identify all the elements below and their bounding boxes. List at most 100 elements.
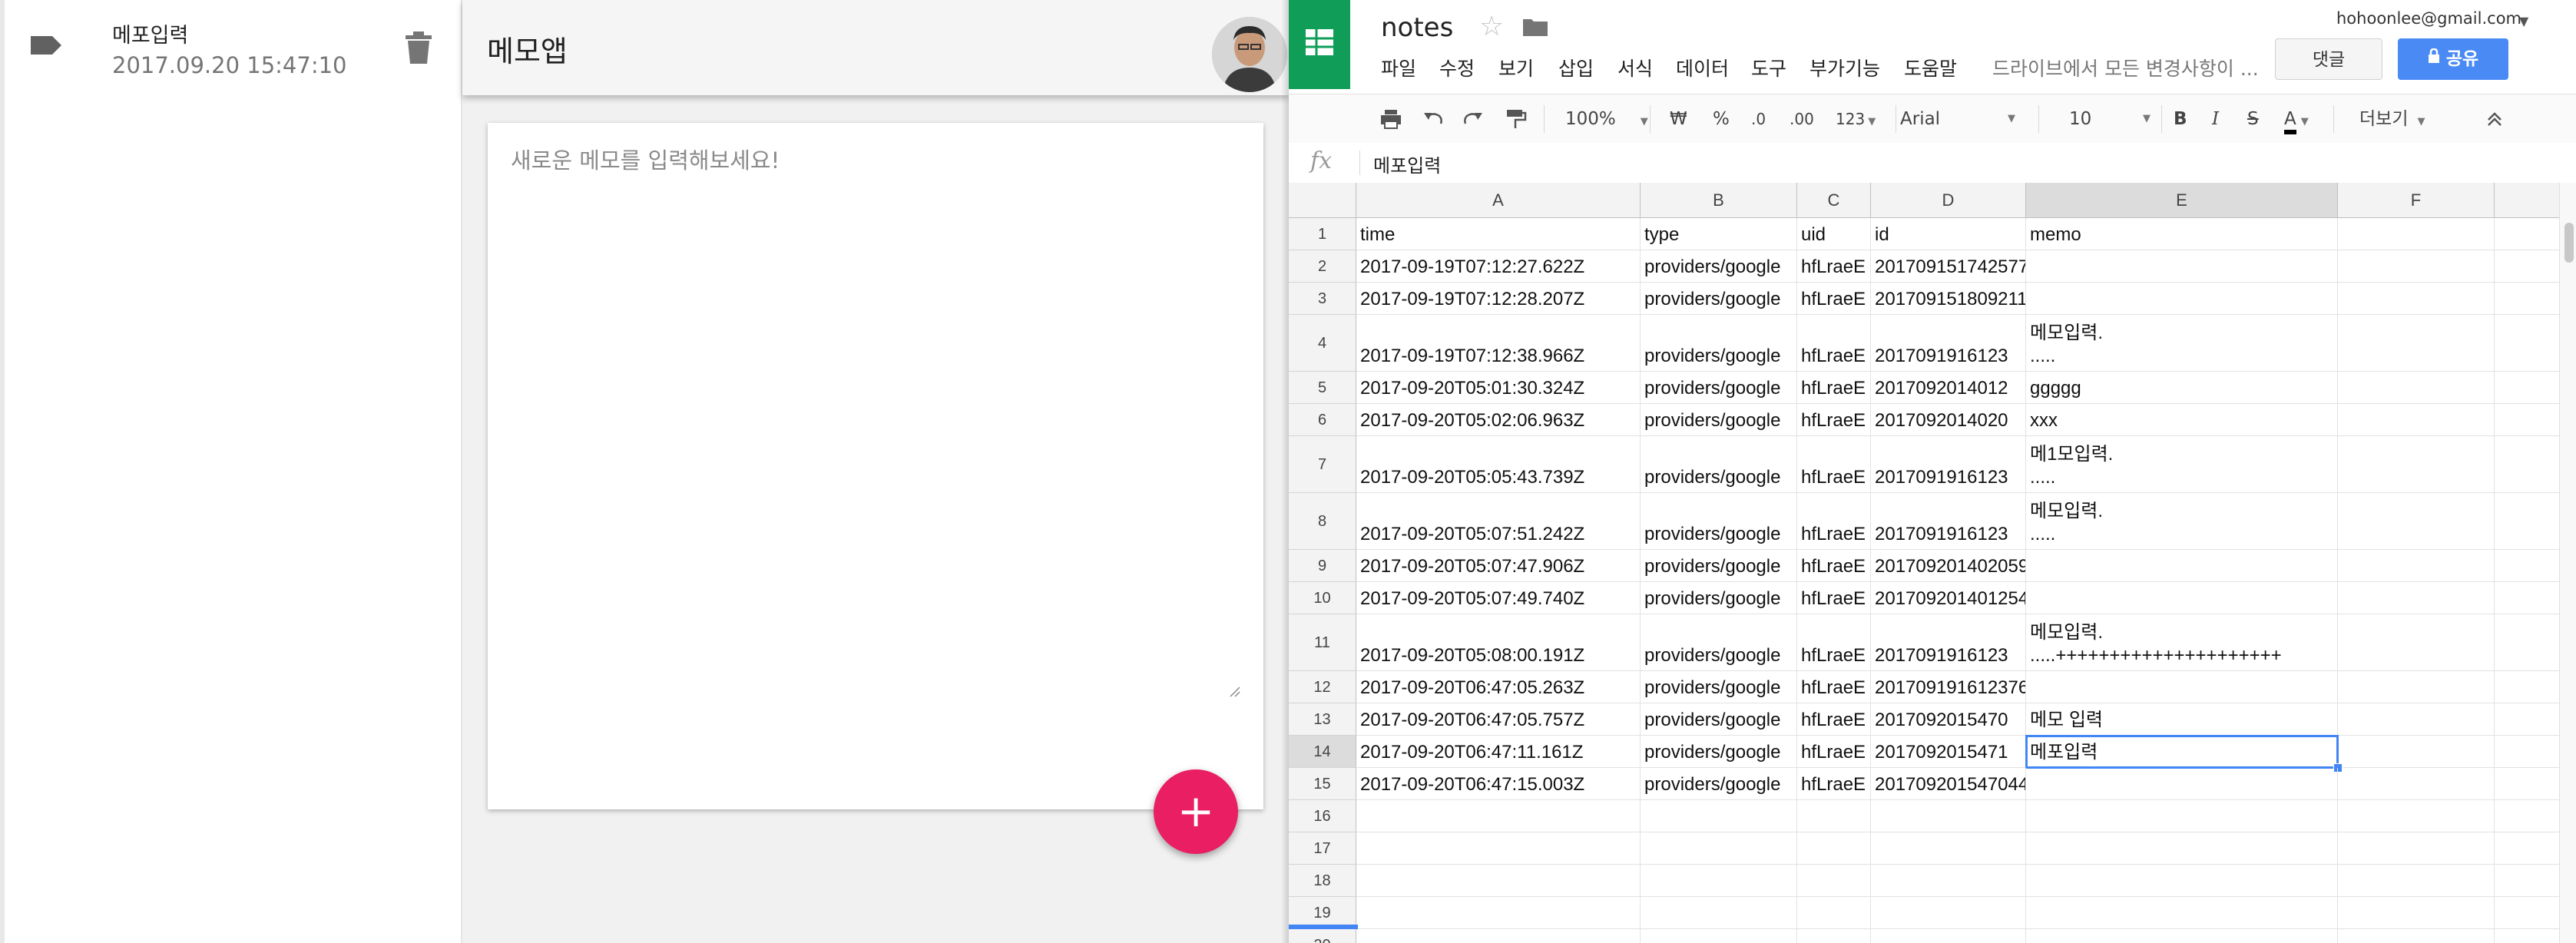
table-cell[interactable] <box>1797 897 1871 929</box>
table-cell[interactable]: hfLraeE <box>1797 372 1871 404</box>
memo-textarea[interactable] <box>511 143 1233 696</box>
table-cell[interactable] <box>2495 315 2559 372</box>
table-cell[interactable]: hfLraeE <box>1797 283 1871 315</box>
table-cell[interactable] <box>2338 404 2495 436</box>
sheets-logo-icon[interactable] <box>1289 0 1350 89</box>
table-cell[interactable] <box>1641 800 1797 832</box>
bold-button[interactable]: B <box>2174 94 2187 144</box>
column-header-b[interactable]: B <box>1641 183 1797 218</box>
table-cell[interactable] <box>2495 250 2559 283</box>
table-cell[interactable]: hfLraeE <box>1797 736 1871 768</box>
table-cell[interactable]: hfLraeE <box>1797 315 1871 372</box>
table-cell[interactable]: hfLraeE <box>1797 250 1871 283</box>
table-cell[interactable]: 2017091916123 <box>1871 436 2026 493</box>
scrollbar-thumb[interactable] <box>2564 223 2574 263</box>
resize-handle-icon[interactable] <box>1227 683 1240 697</box>
table-cell[interactable]: ggggg <box>2026 372 2338 404</box>
table-cell[interactable]: 메모입력. ..... <box>2026 493 2338 550</box>
formula-input[interactable]: 메포입력 <box>1373 151 1441 177</box>
share-button[interactable]: 공유 <box>2398 38 2508 80</box>
table-cell[interactable]: 20170920140125412 <box>1871 582 2026 614</box>
table-cell[interactable]: providers/google <box>1641 372 1797 404</box>
table-cell[interactable]: hfLraeE <box>1797 703 1871 736</box>
table-cell[interactable]: hfLraeE <box>1797 493 1871 550</box>
undo-icon[interactable] <box>1421 94 1444 144</box>
table-cell[interactable]: hfLraeE <box>1797 436 1871 493</box>
table-cell[interactable] <box>2026 582 2338 614</box>
table-cell[interactable] <box>2026 250 2338 283</box>
table-cell[interactable] <box>2026 671 2338 703</box>
table-cell[interactable]: memo <box>2026 218 2338 250</box>
table-cell[interactable]: 2017-09-20T05:07:51.242Z <box>1356 493 1641 550</box>
table-cell[interactable] <box>2026 800 2338 832</box>
table-cell[interactable] <box>2495 283 2559 315</box>
more-button[interactable]: 더보기 ▼ <box>2359 94 2425 144</box>
row-header[interactable]: 1 <box>1289 218 1356 250</box>
row-header[interactable]: 14 <box>1289 736 1356 768</box>
table-cell[interactable] <box>1356 897 1641 929</box>
save-status[interactable]: 드라이브에서 모든 변경사항이 ... <box>1992 54 2259 81</box>
currency-format-button[interactable]: ₩ <box>1670 94 1687 144</box>
table-cell[interactable] <box>1356 865 1641 897</box>
table-cell[interactable]: 2017091916123 <box>1871 315 2026 372</box>
table-cell[interactable] <box>2495 404 2559 436</box>
row-header[interactable]: 17 <box>1289 832 1356 865</box>
table-cell[interactable] <box>1356 800 1641 832</box>
table-cell[interactable]: 2017-09-20T05:08:00.191Z <box>1356 614 1641 671</box>
table-cell[interactable] <box>2338 315 2495 372</box>
table-cell[interactable] <box>1356 929 1641 943</box>
table-cell[interactable]: xxx <box>2026 404 2338 436</box>
document-title[interactable]: notes <box>1381 12 1453 43</box>
paint-format-icon[interactable] <box>1504 94 1527 144</box>
table-cell[interactable] <box>2026 550 2338 582</box>
table-cell[interactable] <box>1641 929 1797 943</box>
table-cell[interactable] <box>2338 614 2495 671</box>
row-header[interactable]: 8 <box>1289 493 1356 550</box>
table-cell[interactable] <box>1356 832 1641 865</box>
chevron-down-icon[interactable]: ▼ <box>2519 14 2528 28</box>
table-cell[interactable] <box>2338 372 2495 404</box>
table-cell[interactable] <box>2338 897 2495 929</box>
table-cell[interactable]: 2017-09-20T05:02:06.963Z <box>1356 404 1641 436</box>
table-cell[interactable] <box>2495 550 2559 582</box>
table-cell[interactable] <box>2495 372 2559 404</box>
table-cell[interactable]: 2017-09-19T07:12:38.966Z <box>1356 315 1641 372</box>
table-cell[interactable]: 메포입력 <box>2026 736 2338 768</box>
table-cell[interactable] <box>2338 436 2495 493</box>
column-header-a[interactable]: A <box>1356 183 1641 218</box>
table-cell[interactable] <box>2495 582 2559 614</box>
table-cell[interactable]: hfLraeE <box>1797 671 1871 703</box>
menu-help[interactable]: 도움말 <box>1904 54 1957 81</box>
table-cell[interactable]: 2017-09-20T05:05:43.739Z <box>1356 436 1641 493</box>
table-cell[interactable]: hfLraeE <box>1797 614 1871 671</box>
table-cell[interactable] <box>1797 832 1871 865</box>
table-cell[interactable]: providers/google <box>1641 315 1797 372</box>
print-icon[interactable] <box>1379 94 1402 144</box>
table-cell[interactable] <box>2495 218 2559 250</box>
menu-view[interactable]: 보기 <box>1498 54 1534 81</box>
table-cell[interactable]: 2017-09-20T06:47:05.757Z <box>1356 703 1641 736</box>
table-cell[interactable]: hfLraeE <box>1797 404 1871 436</box>
row-header[interactable]: 10 <box>1289 582 1356 614</box>
table-cell[interactable]: 메모 입력 <box>2026 703 2338 736</box>
table-cell[interactable]: hfLraeE <box>1797 550 1871 582</box>
user-email[interactable]: hohoonlee@gmail.com <box>2336 9 2521 28</box>
table-cell[interactable]: 2017092014012 <box>1871 372 2026 404</box>
table-cell[interactable]: id <box>1871 218 2026 250</box>
text-color-button[interactable]: A ▼ <box>2284 94 2309 144</box>
add-memo-button[interactable]: + <box>1154 769 1238 854</box>
table-cell[interactable]: 20170919161237612 <box>1871 671 2026 703</box>
table-cell[interactable]: time <box>1356 218 1641 250</box>
table-cell[interactable] <box>1797 929 1871 943</box>
table-cell[interactable]: 메1모입력. ..... <box>2026 436 2338 493</box>
font-select[interactable]: Arial ▼ <box>1900 94 2023 144</box>
table-cell[interactable] <box>2338 768 2495 800</box>
table-cell[interactable]: type <box>1641 218 1797 250</box>
row-header[interactable]: 2 <box>1289 250 1356 283</box>
table-cell[interactable]: 20170915174257703 <box>1871 250 2026 283</box>
table-cell[interactable]: providers/google <box>1641 671 1797 703</box>
menu-addons[interactable]: 부가기능 <box>1809 54 1880 81</box>
table-cell[interactable] <box>2026 897 2338 929</box>
table-cell[interactable]: providers/google <box>1641 250 1797 283</box>
table-cell[interactable] <box>2338 832 2495 865</box>
